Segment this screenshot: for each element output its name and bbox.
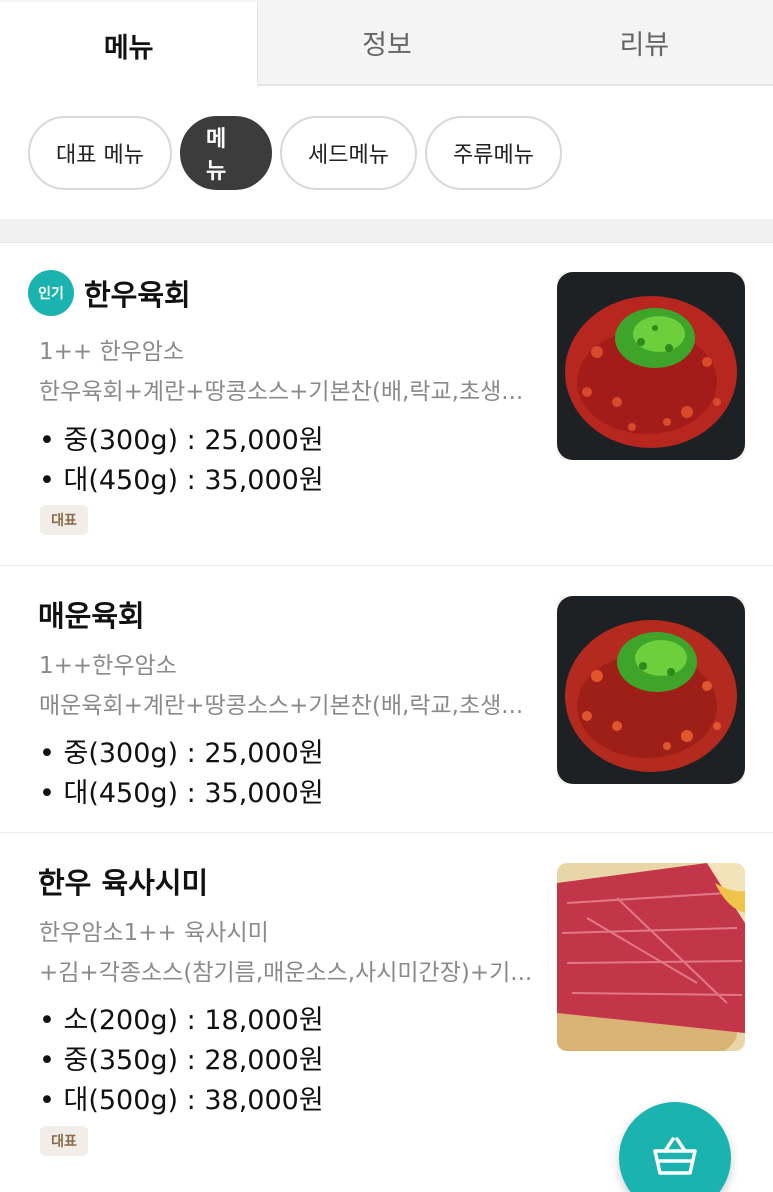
menu-item[interactable]: 인기 한우육회 1++ 한우암소 한우육회+계란+땅콩소스+기본찬(배,락교,초… [0, 243, 773, 566]
menu-item-price: • 대(450g) : 35,000원 [39, 778, 324, 809]
popular-badge: 인기 [28, 270, 74, 316]
menu-item-photo-yukhoe [557, 272, 745, 460]
category-chip-menu[interactable]: 메뉴 [180, 115, 272, 190]
category-chip-drinks[interactable]: 주류메뉴 [425, 115, 562, 190]
top-tab-bar: 메뉴 정보 리뷰 [0, 0, 773, 88]
menu-item-photo-sashimi [557, 863, 745, 1051]
menu-item[interactable]: 매운육회 1++한우암소 매운육회+계란+땅콩소스+기본찬(배,락교,초생...… [0, 566, 773, 833]
tab-review[interactable]: 리뷰 [516, 0, 773, 84]
menu-item-subtitle: 1++ 한우암소 [39, 339, 185, 365]
menu-item-name: 한우육회 [84, 278, 191, 312]
menu-item-title-row: 인기 한우육회 [28, 270, 191, 316]
menu-item-photo-spicy-yukhoe [557, 596, 745, 784]
menu-item-description: 매운육회+계란+땅콩소스+기본찬(배,락교,초생... [39, 693, 524, 719]
menu-item-price: • 대(500g) : 38,000원 [39, 1085, 324, 1116]
signature-tag: 대표 [40, 1126, 88, 1156]
menu-item-subtitle: 한우암소1++ 육사시미 [39, 920, 269, 946]
tab-info[interactable]: 정보 [258, 0, 515, 84]
category-chip-signature[interactable]: 대표 메뉴 [28, 115, 172, 190]
menu-item-description: 한우육회+계란+땅콩소스+기본찬(배,락교,초생... [39, 379, 524, 405]
section-divider [0, 219, 773, 243]
menu-item-title-row: 한우 육사시미 [28, 860, 208, 902]
category-filter-bar: 대표 메뉴 메뉴 세드메뉴 주류메뉴 [0, 86, 773, 219]
menu-item-price: • 중(350g) : 28,000원 [39, 1045, 324, 1076]
shopping-basket-icon [651, 1135, 699, 1181]
menu-item-price: • 대(450g) : 35,000원 [39, 465, 324, 496]
menu-item-subtitle: 1++한우암소 [39, 653, 177, 679]
menu-item-price: • 소(200g) : 18,000원 [39, 1005, 324, 1036]
menu-item-description: +김+각종소스(참기름,매운소스,사시미간장)+기... [39, 960, 533, 986]
menu-item-title-row: 매운육회 [28, 593, 145, 635]
signature-tag: 대표 [40, 505, 88, 535]
category-chip-set[interactable]: 세드메뉴 [280, 115, 417, 190]
menu-item-name: 매운육회 [38, 599, 145, 633]
menu-item-price: • 중(300g) : 25,000원 [39, 738, 324, 769]
menu-item-name: 한우 육사시미 [38, 866, 209, 900]
tab-menu[interactable]: 메뉴 [0, 2, 259, 88]
menu-item-price: • 중(300g) : 25,000원 [39, 425, 324, 456]
